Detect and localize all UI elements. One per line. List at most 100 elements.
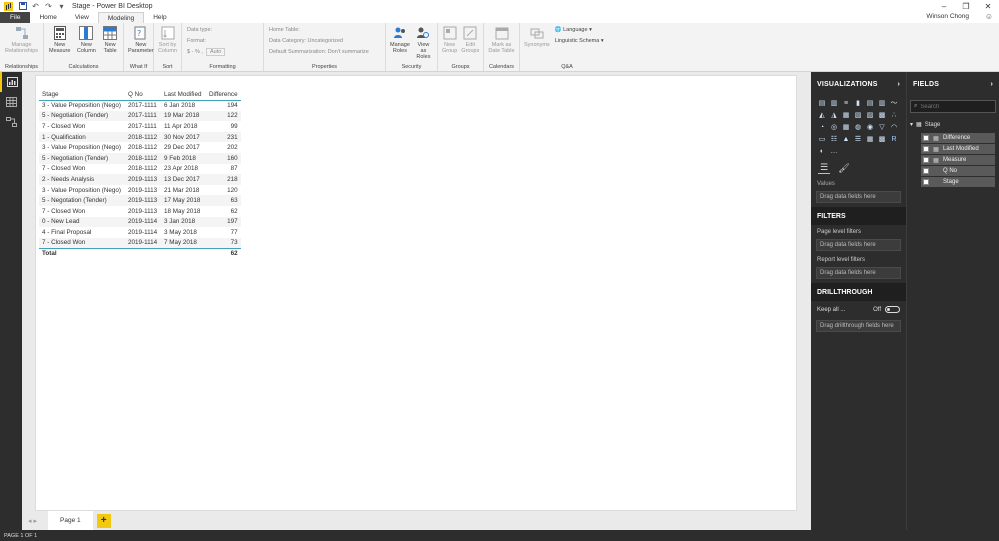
sort-by-column-button[interactable]: Sort by Column — [156, 25, 179, 62]
donut-chart-icon[interactable]: ◎ — [829, 122, 839, 132]
globe-icon[interactable]: ◐ — [817, 146, 827, 156]
format-dropdown[interactable]: Format: — [187, 38, 225, 44]
kpi-icon[interactable]: ▲ — [841, 134, 851, 144]
field-checkbox[interactable] — [923, 168, 929, 174]
collapse-fields-icon[interactable]: › — [990, 81, 993, 88]
r-script-icon[interactable]: R — [889, 134, 899, 144]
card-icon[interactable]: ▭ — [817, 134, 827, 144]
map-icon[interactable]: ◍ — [853, 122, 863, 132]
clustered-bar-icon[interactable]: ≡ — [841, 98, 851, 108]
maximize-button[interactable]: ❐ — [955, 0, 977, 12]
table-row[interactable]: 1 - Qualification 2018-1112 30 Nov 2017 231 — [39, 131, 241, 143]
new-table-button[interactable]: New Table — [99, 25, 121, 62]
stacked-area-icon[interactable]: ◮ — [829, 110, 839, 120]
100-bar-icon[interactable]: ▤ — [865, 98, 875, 108]
column-header-difference[interactable]: Difference — [206, 90, 241, 101]
report-filters-drop-zone[interactable]: Drag data fields here — [816, 267, 901, 279]
more-visuals-icon[interactable]: … — [829, 146, 839, 156]
expand-chevron-icon[interactable]: ▾ — [910, 121, 913, 128]
slicer-icon[interactable]: ☰ — [853, 134, 863, 144]
page-filters-drop-zone[interactable]: Drag data fields here — [816, 239, 901, 251]
edit-groups-button[interactable]: Edit Groups — [459, 25, 481, 62]
table-row[interactable]: 3 - Value Preposition (Nego) 2017-1111 6 J… — [39, 100, 241, 111]
column-header-stage[interactable]: Stage — [39, 90, 125, 101]
tab-file[interactable]: File — [0, 12, 31, 23]
manage-relationships-button[interactable]: Manage Relationships — [2, 25, 41, 62]
decimal-places-input[interactable]: Auto — [205, 48, 226, 56]
tab-view[interactable]: View — [66, 12, 98, 23]
report-page[interactable]: Stage Q No Last Modified Difference 3 - … — [35, 75, 797, 511]
scatter-icon[interactable]: ∴ — [889, 110, 899, 120]
new-measure-button[interactable]: New Measure — [46, 25, 73, 62]
new-parameter-button[interactable]: ? New Parameter — [126, 25, 156, 62]
column-header-q-no[interactable]: Q No — [125, 90, 161, 101]
field-checkbox[interactable] — [923, 146, 929, 152]
table-row[interactable]: 7 - Closed Won 2019-1113 18 May 2018 62 — [39, 206, 241, 217]
treemap-icon[interactable]: ▦ — [841, 122, 851, 132]
report-view-button[interactable] — [0, 72, 22, 92]
default-summarization-dropdown[interactable]: Default Summarization: Don't summarize — [269, 49, 369, 55]
field-checkbox[interactable] — [923, 135, 929, 141]
field-item[interactable]: ▦ Difference — [921, 133, 995, 143]
language-dropdown[interactable]: 🌐 Language ▾ — [555, 27, 604, 33]
field-item[interactable]: ▦ Last Modified — [921, 144, 995, 154]
filled-map-icon[interactable]: ◉ — [865, 122, 875, 132]
table-row[interactable]: 3 - Value Proposition (Nego) 2018-1112 29 … — [39, 142, 241, 153]
help-icon[interactable]: ☺ — [985, 12, 993, 21]
table-visual-icon[interactable]: ▦ — [865, 134, 875, 144]
table-row[interactable]: 7 - Closed Won 2017-1111 11 Apr 2018 99 — [39, 121, 241, 132]
table-row[interactable]: 2 - Needs Analysis 2019-1113 13 Dec 2017 21… — [39, 174, 241, 185]
multi-row-card-icon[interactable]: ☷ — [829, 134, 839, 144]
customize-quick-access-icon[interactable]: ▾ — [57, 2, 66, 11]
line-column-icon[interactable]: ▦ — [841, 110, 851, 120]
matrix-icon[interactable]: ▩ — [877, 134, 887, 144]
linguistic-schema-dropdown[interactable]: Linguistic Schema ▾ — [555, 38, 604, 44]
data-view-button[interactable] — [0, 92, 22, 112]
table-row[interactable]: 5 - Negotation (Tender) 2019-1113 17 May 2… — [39, 195, 241, 206]
clustered-column-icon[interactable]: ▮ — [853, 98, 863, 108]
field-table-stage[interactable]: ▾ ▦ Stage — [907, 117, 999, 132]
new-group-button[interactable]: New Group — [440, 25, 459, 62]
save-icon[interactable] — [18, 2, 27, 11]
gauge-icon[interactable]: ◠ — [889, 122, 899, 132]
stacked-bar-icon[interactable]: ▤ — [817, 98, 827, 108]
manage-roles-button[interactable]: Manage Roles — [388, 25, 412, 62]
undo-icon[interactable]: ↶ — [31, 2, 40, 11]
close-button[interactable]: ✕ — [977, 0, 999, 12]
keep-all-toggle[interactable] — [885, 306, 900, 313]
line-clustered-icon[interactable]: ▧ — [853, 110, 863, 120]
fields-well-icon[interactable]: ☰ — [818, 162, 830, 174]
format-paint-roller-icon[interactable]: 🖌 — [838, 162, 850, 174]
waterfall-icon[interactable]: ▩ — [877, 110, 887, 120]
currency-format-buttons[interactable]: $ - % , — [187, 49, 203, 55]
home-table-dropdown[interactable]: Home Table: — [269, 27, 369, 33]
table-row[interactable]: 5 - Negotiation (Tender) 2017-1111 19 Mar … — [39, 110, 241, 122]
new-column-button[interactable]: New Column — [73, 25, 99, 62]
model-view-button[interactable] — [0, 112, 22, 132]
field-checkbox[interactable] — [923, 179, 929, 185]
100-column-icon[interactable]: ▥ — [877, 98, 887, 108]
mark-as-date-table-button[interactable]: Mark as Date Table — [486, 25, 517, 62]
funnel-icon[interactable]: ▽ — [877, 122, 887, 132]
add-page-button[interactable]: + — [96, 513, 111, 528]
values-drop-zone[interactable]: Drag data fields here — [816, 191, 901, 203]
page-tab-1[interactable]: Page 1 — [48, 511, 93, 530]
field-checkbox[interactable] — [923, 157, 929, 163]
area-chart-icon[interactable]: ◭ — [817, 110, 827, 120]
ribbon-chart-icon[interactable]: ▨ — [865, 110, 875, 120]
page-nav-arrows[interactable]: ◂ ▸ — [28, 517, 42, 525]
tab-help[interactable]: Help — [144, 12, 175, 23]
line-chart-icon[interactable]: 〜 — [889, 98, 899, 108]
data-type-dropdown[interactable]: Data type: — [187, 27, 225, 33]
table-row[interactable]: 7 - Closed Won 2018-1112 23 Apr 2018 87 — [39, 164, 241, 175]
view-as-roles-button[interactable]: View as Roles — [412, 25, 435, 62]
table-row[interactable]: 4 - Final Proposal 2019-1114 3 May 2018 77 — [39, 227, 241, 238]
table-row[interactable]: 7 - Closed Won 2019-1114 7 May 2018 73 — [39, 237, 241, 249]
field-item[interactable]: Q No — [921, 166, 995, 176]
synonyms-button[interactable]: Synonyms — [522, 25, 552, 62]
data-category-dropdown[interactable]: Data Category: Uncategorized — [269, 38, 369, 44]
table-row[interactable]: 5 - Negotiation (Tender) 2018-1112 9 Feb 2… — [39, 152, 241, 164]
pie-chart-icon[interactable]: ◔ — [817, 122, 827, 132]
table-row[interactable]: 3 - Value Proposition (Nego) 2019-1113 21 … — [39, 185, 241, 196]
field-item[interactable]: ▦ Measure — [921, 155, 995, 165]
